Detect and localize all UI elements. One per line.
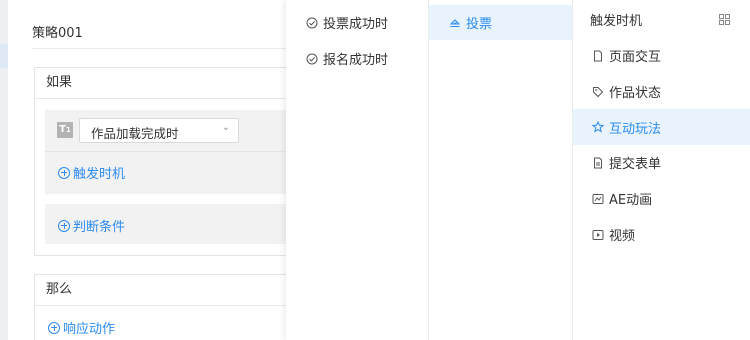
trigger-card: T1 作品加载完成时 ⌄ 触发时机	[45, 110, 308, 194]
if-section-title: 如果	[35, 68, 307, 99]
option-vote[interactable]: 投票	[429, 5, 572, 40]
trigger-timing-title: 触发时机	[590, 13, 643, 29]
side-strip-selection	[0, 44, 8, 68]
option-label: 视频	[609, 229, 636, 244]
option-label: 互动玩法	[609, 121, 662, 137]
option-label: 投票成功时	[323, 17, 389, 32]
plus-circle-icon	[58, 219, 70, 232]
animation-icon	[592, 193, 604, 204]
plus-circle-icon	[58, 166, 70, 179]
check-circle-icon	[306, 17, 318, 28]
option-vote-success[interactable]: 投票成功时	[286, 6, 428, 39]
add-action-label: 响应动作	[63, 322, 116, 337]
option-label: 投票	[466, 17, 493, 32]
text-T1-icon: T1	[57, 122, 73, 138]
then-section-title: 那么	[35, 275, 307, 306]
option-interactive-play[interactable]: 互动玩法	[573, 109, 750, 145]
title-divider	[32, 48, 308, 49]
add-trigger-button[interactable]: 触发时机	[58, 163, 125, 182]
option-page-interaction[interactable]: 页面交互	[573, 39, 750, 72]
page-icon	[594, 50, 602, 61]
condition-card: 判断条件	[45, 204, 308, 244]
add-condition-label: 判断条件	[73, 220, 126, 235]
trigger-cascader-dropdown: 投票成功时 报名成功时 投票 触发时机 页面交互 作品状态 互动玩法 提交表单 …	[286, 0, 750, 340]
add-trigger-label: 触发时机	[73, 167, 126, 182]
if-section: 如果 T1 作品加载完成时 ⌄ 触发时机 判断条件	[34, 67, 308, 256]
grid-icon[interactable]	[719, 14, 730, 25]
option-label: AE动画	[609, 193, 653, 208]
chevron-down-icon: ⌄	[221, 122, 230, 133]
add-action-button[interactable]: 响应动作	[48, 318, 115, 337]
option-work-status[interactable]: 作品状态	[573, 75, 750, 108]
add-condition-button[interactable]: 判断条件	[58, 216, 125, 235]
video-icon	[592, 229, 604, 240]
form-icon	[594, 157, 602, 168]
strategy-name[interactable]: 策略001	[32, 22, 83, 41]
cascader-column-3: 触发时机 页面交互 作品状态 互动玩法 提交表单 AE动画 视频	[573, 0, 750, 340]
option-submit-form[interactable]: 提交表单	[573, 146, 750, 179]
plus-circle-icon	[48, 321, 60, 334]
trigger-select-value: 作品加载完成时	[91, 126, 179, 141]
cascader-column-1: 投票成功时 报名成功时	[286, 0, 429, 340]
left-side-strip	[0, 0, 8, 340]
option-label: 报名成功时	[323, 53, 389, 68]
tag-icon	[593, 86, 604, 97]
check-circle-icon	[306, 53, 318, 64]
star-icon	[592, 121, 604, 133]
option-signup-success[interactable]: 报名成功时	[286, 42, 428, 75]
option-label: 提交表单	[609, 157, 662, 172]
option-ae-animation[interactable]: AE动画	[573, 182, 750, 215]
option-label: 页面交互	[609, 50, 662, 65]
option-label: 作品状态	[609, 86, 662, 101]
trigger-row: T1 作品加载完成时 ⌄	[45, 110, 308, 152]
cascader-column-2: 投票	[429, 0, 573, 340]
then-section: 那么 响应动作	[34, 274, 308, 340]
vote-icon	[449, 18, 461, 27]
option-video[interactable]: 视频	[573, 218, 750, 251]
trigger-select[interactable]: 作品加载完成时 ⌄	[79, 118, 239, 143]
strategy-editor: 策略001 如果 T1 作品加载完成时 ⌄ 触发时机 判断条件 那么 响应动作	[8, 0, 308, 340]
